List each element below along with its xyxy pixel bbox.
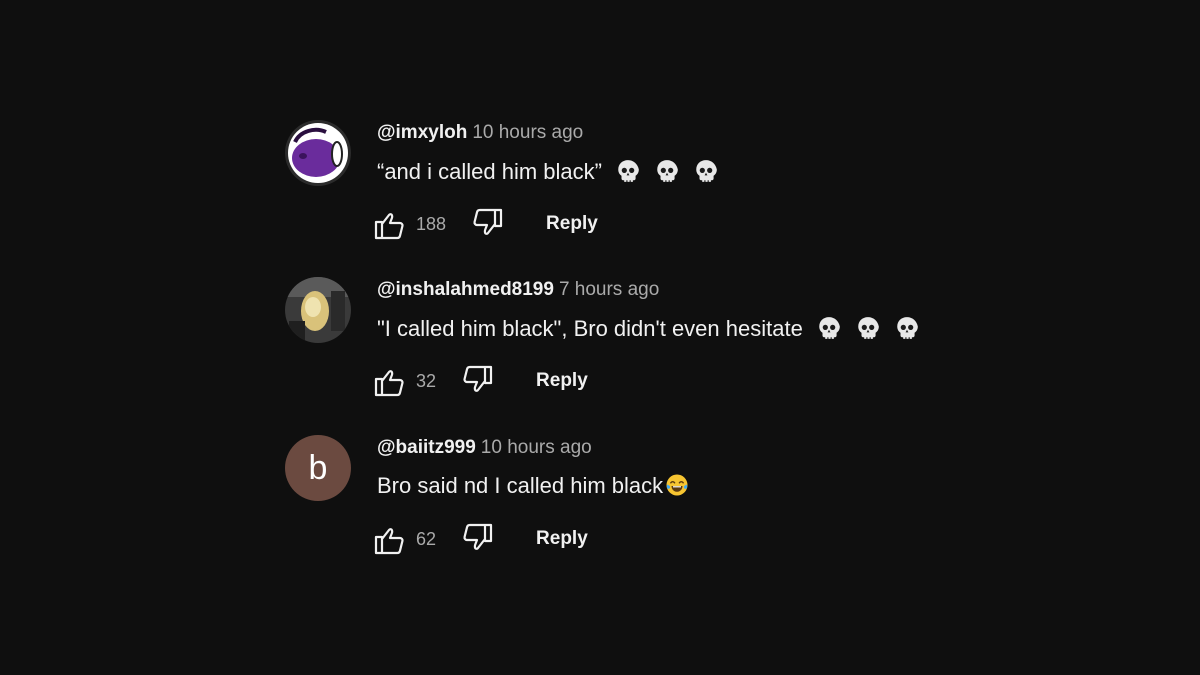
skull-icon [855, 315, 881, 341]
comment-author[interactable]: @imxyloh [377, 122, 467, 143]
comment-meta: @baiitz999 10 hours ago [377, 437, 592, 459]
like-button[interactable] [373, 522, 407, 556]
avatar[interactable] [285, 120, 351, 186]
comment-author[interactable]: @baiitz999 [377, 437, 476, 458]
thumbs-up-icon [373, 364, 407, 398]
thumbs-up-icon [373, 522, 407, 556]
comment-actions: 188 Reply [373, 206, 598, 242]
comments-section: @imxyloh 10 hours ago “and i called him b… [0, 0, 1200, 675]
comment-actions: 62 Reply [373, 521, 588, 557]
dislike-button[interactable] [470, 207, 504, 241]
comment-text: "I called him black", Bro didn't even he… [377, 315, 920, 342]
like-button[interactable] [373, 364, 407, 398]
thumbs-up-icon [373, 207, 407, 241]
comment-time[interactable]: 7 hours ago [559, 279, 659, 300]
comment: b @baiitz999 10 hours ago Bro said nd I c… [285, 435, 1085, 575]
comment-text-content: "I called him black", Bro didn't even he… [377, 316, 803, 341]
like-button[interactable] [373, 207, 407, 241]
skull-icon [894, 315, 920, 341]
dislike-button[interactable] [460, 522, 494, 556]
dislike-button[interactable] [460, 364, 494, 398]
skull-icon [693, 158, 719, 184]
face-with-tears-of-joy-icon [665, 473, 689, 497]
comment-time[interactable]: 10 hours ago [472, 122, 583, 143]
skull-icon [816, 315, 842, 341]
like-count: 32 [416, 370, 437, 391]
avatar-letter: b [308, 448, 328, 487]
like-count: 62 [416, 528, 437, 549]
comment-time[interactable]: 10 hours ago [481, 437, 592, 458]
reply-button[interactable]: Reply [546, 213, 598, 235]
avatar[interactable]: b [285, 435, 351, 501]
avatar[interactable] [285, 277, 351, 343]
skull-icon [654, 158, 680, 184]
thumbs-down-icon [470, 207, 504, 241]
comment-actions: 32 Reply [373, 363, 588, 399]
reply-button[interactable]: Reply [536, 370, 588, 392]
like-count: 188 [416, 213, 447, 234]
comment: @inshalahmed8199 7 hours ago "I called hi… [285, 277, 1085, 417]
thumbs-down-icon [460, 364, 494, 398]
comment-meta: @inshalahmed8199 7 hours ago [377, 279, 659, 301]
comment-text: “and i called him black” [377, 158, 719, 185]
comment-text-content: Bro said nd I called him black [377, 473, 664, 498]
comment-meta: @imxyloh 10 hours ago [377, 122, 583, 144]
comment-text: Bro said nd I called him black [377, 473, 689, 499]
thumbs-down-icon [460, 522, 494, 556]
reply-button[interactable]: Reply [536, 528, 588, 550]
comment-author[interactable]: @inshalahmed8199 [377, 279, 554, 300]
comment: @imxyloh 10 hours ago “and i called him b… [285, 120, 1085, 260]
skull-icon [615, 158, 641, 184]
comment-text-content: “and i called him black” [377, 159, 602, 184]
